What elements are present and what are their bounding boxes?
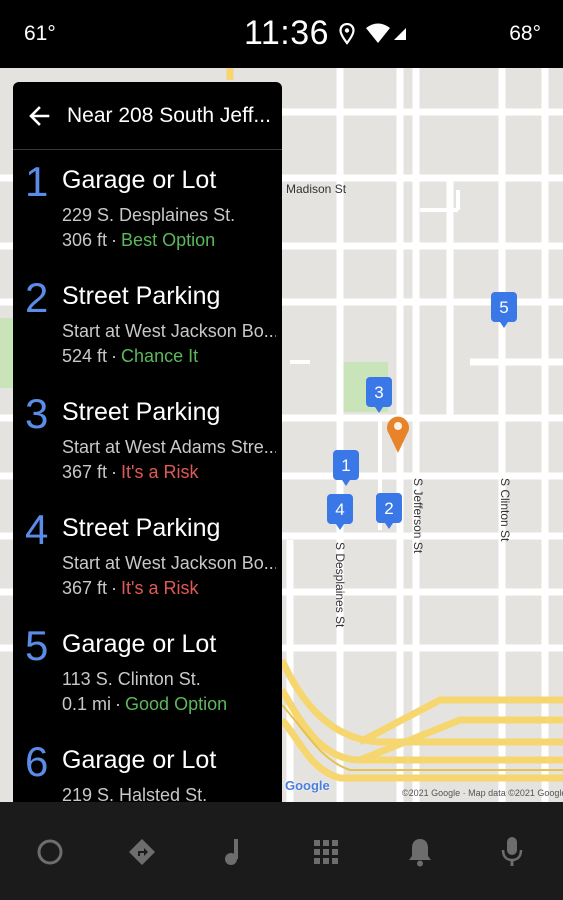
- back-button[interactable]: [13, 82, 67, 149]
- navigation-icon: [129, 839, 155, 865]
- result-meta: 524 ft · Chance It: [62, 346, 198, 367]
- result-title: Garage or Lot: [62, 166, 217, 194]
- separator-dot: ·: [111, 578, 118, 598]
- result-address: 229 S. Desplaines St.: [62, 205, 236, 225]
- separator-dot: ·: [111, 346, 118, 366]
- result-title: Garage or Lot: [62, 630, 217, 658]
- svg-text:2: 2: [384, 499, 393, 518]
- result-meta: 0.1 mi · Good Option: [62, 694, 227, 715]
- svg-text:3: 3: [374, 383, 383, 402]
- result-number: 6: [25, 738, 49, 785]
- result-number: 2: [25, 274, 49, 321]
- panel-header: Near 208 South Jeff...: [13, 82, 282, 150]
- status-bar: 61° 11:36 68°: [0, 0, 563, 68]
- result-address: 219 S. Halsted St.: [62, 785, 208, 802]
- result-address: 113 S. Clinton St.: [62, 669, 201, 689]
- result-meta: 306 ft · Best Option: [62, 230, 215, 251]
- svg-text:5: 5: [499, 298, 508, 317]
- google-logo-text: Google: [285, 778, 330, 793]
- result-address: Start at West Adams Stre...: [62, 437, 276, 457]
- result-distance: 367 ft: [62, 578, 108, 598]
- result-rating: Good Option: [125, 694, 228, 714]
- street-label-jefferson: S Jefferson St: [411, 478, 425, 554]
- parking-result-6[interactable]: 6 Garage or Lot 219 S. Halsted St.: [13, 730, 282, 802]
- app-grid-icon: [314, 840, 338, 864]
- home-icon: [37, 839, 63, 865]
- result-title: Street Parking: [62, 398, 221, 426]
- notifications-icon: [409, 839, 431, 867]
- music-button[interactable]: [214, 832, 254, 872]
- result-title: Street Parking: [62, 282, 221, 310]
- voice-assistant-button[interactable]: [492, 832, 532, 872]
- parking-result-3[interactable]: 3 Street Parking Start at West Adams Str…: [13, 382, 282, 498]
- result-rating: Chance It: [121, 346, 199, 366]
- separator-dot: ·: [111, 230, 118, 250]
- parking-result-5[interactable]: 5 Garage or Lot 113 S. Clinton St. 0.1 m…: [13, 614, 282, 730]
- separator-dot: ·: [111, 462, 118, 482]
- music-icon: [225, 839, 238, 865]
- street-label-desplaines: S Desplaines St: [333, 542, 347, 628]
- result-title: Garage or Lot: [62, 746, 217, 774]
- street-label-clinton: S Clinton St: [498, 478, 512, 542]
- result-number: 1: [25, 158, 49, 205]
- result-rating: It's a Risk: [121, 578, 199, 598]
- map-copyright: ©2021 Google · Map data ©2021 Google: [402, 788, 563, 798]
- outside-temperature-right: 68°: [509, 22, 541, 45]
- result-meta: 367 ft · It's a Risk: [62, 578, 199, 599]
- result-address: Start at West Jackson Bo...: [62, 321, 276, 341]
- notifications-button[interactable]: [400, 832, 440, 872]
- home-button[interactable]: [30, 832, 70, 872]
- result-distance: 306 ft: [62, 230, 108, 250]
- panel-title: Near 208 South Jeff...: [67, 103, 271, 127]
- parking-result-2[interactable]: 2 Street Parking Start at West Jackson B…: [13, 266, 282, 382]
- app-launcher-button[interactable]: [306, 832, 346, 872]
- outside-temperature-left: 61°: [24, 22, 56, 45]
- svg-text:4: 4: [335, 500, 344, 519]
- parking-results-panel: Near 208 South Jeff... 1 Garage or Lot 2…: [13, 82, 282, 802]
- microphone-icon: [501, 837, 523, 866]
- location-icon: [339, 22, 355, 45]
- result-distance: 367 ft: [62, 462, 108, 482]
- result-rating: Best Option: [121, 230, 216, 250]
- result-number: 3: [25, 390, 49, 437]
- google-logo: Google: [285, 778, 330, 793]
- result-title: Street Parking: [62, 514, 221, 542]
- destination-pin[interactable]: [386, 414, 410, 454]
- result-distance: 524 ft: [62, 346, 108, 366]
- parking-result-1[interactable]: 1 Garage or Lot 229 S. Desplaines St. 30…: [13, 150, 282, 266]
- parking-result-4[interactable]: 4 Street Parking Start at West Jackson B…: [13, 498, 282, 614]
- result-number: 5: [25, 622, 49, 669]
- result-number: 4: [25, 506, 49, 553]
- back-arrow-icon: [29, 105, 50, 126]
- signal-icon: [393, 27, 407, 41]
- result-address: Start at West Jackson Bo...: [62, 553, 276, 573]
- wifi-icon: [365, 23, 391, 45]
- clock-group: 11:36: [244, 14, 407, 53]
- clock: 11:36: [244, 14, 330, 52]
- svg-text:1: 1: [341, 456, 350, 475]
- street-label-madison: Madison St: [286, 182, 347, 196]
- result-distance: 0.1 mi: [62, 694, 112, 714]
- result-rating: It's a Risk: [121, 462, 199, 482]
- result-meta: 367 ft · It's a Risk: [62, 462, 199, 483]
- separator-dot: ·: [115, 694, 122, 714]
- bottom-nav-bar: [0, 802, 563, 900]
- navigation-button[interactable]: [122, 832, 162, 872]
